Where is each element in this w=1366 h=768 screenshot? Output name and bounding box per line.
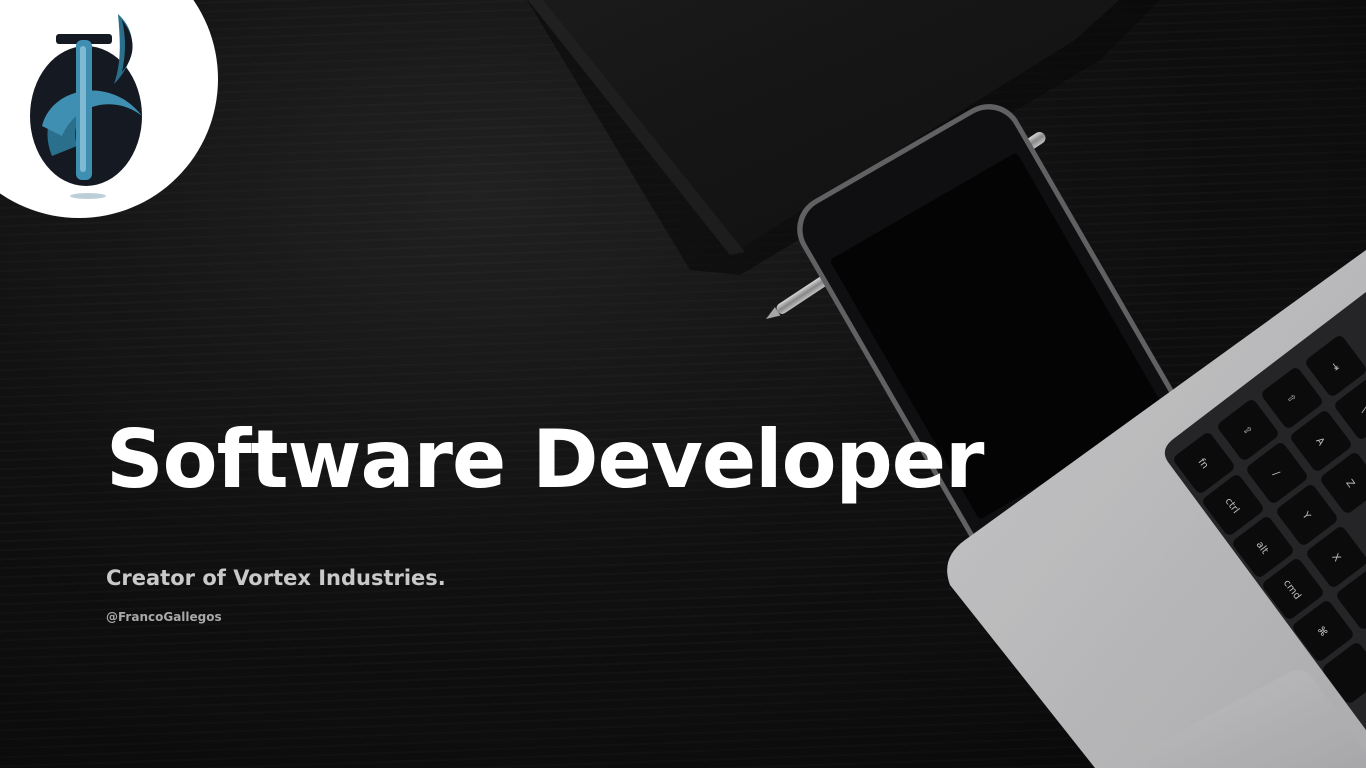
social-handle: @FrancoGallegos [106, 610, 222, 624]
hero-banner: fn ctrl alt cmd ⌘ ⇪ ⇧ A Z X Y ⇥ / \ Soft… [0, 0, 1366, 768]
page-subtitle: Creator of Vortex Industries. [106, 566, 446, 590]
vortex-industries-logo-icon [30, 14, 142, 199]
page-title: Software Developer [106, 413, 985, 506]
